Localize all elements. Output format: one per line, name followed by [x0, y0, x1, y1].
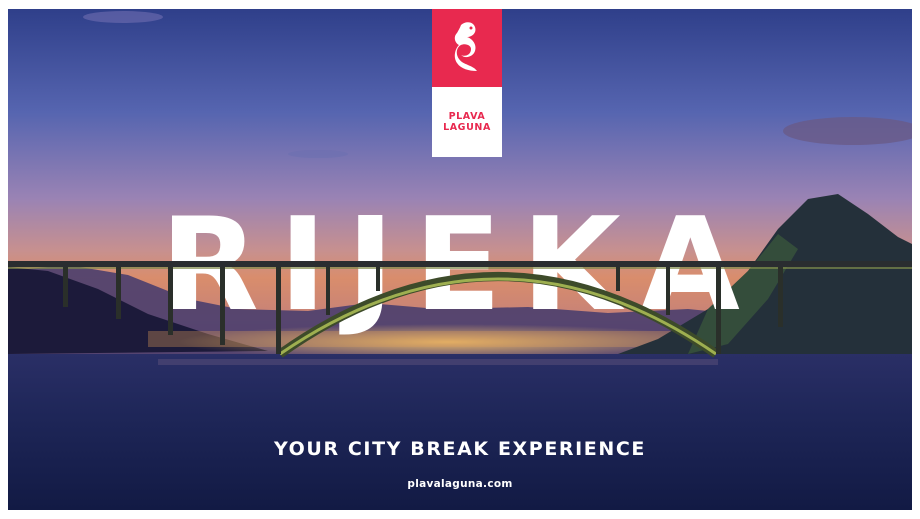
logo-name-line2: LAGUNA — [443, 122, 491, 133]
tagline: YOUR CITY BREAK EXPERIENCE — [273, 438, 647, 460]
goat-emblem-icon — [454, 22, 477, 71]
logo-name-line1: PLAVA — [448, 111, 486, 122]
bridge-deck-light — [8, 267, 912, 269]
cloud — [83, 11, 163, 23]
bridge-deck — [8, 261, 912, 267]
plava-laguna-logo[interactable]: PLAVA LAGUNA — [432, 9, 502, 157]
sea-reflection — [158, 359, 718, 365]
cloud — [288, 150, 348, 158]
website-link[interactable]: plavalaguna.com — [8, 478, 912, 490]
poster-frame: RIJEKA PLAVA LAGUNA YOUR CITY BREAK EXPE… — [8, 9, 912, 510]
logo-emblem — [432, 9, 502, 87]
logo-wordmark: PLAVA LAGUNA — [432, 87, 502, 157]
